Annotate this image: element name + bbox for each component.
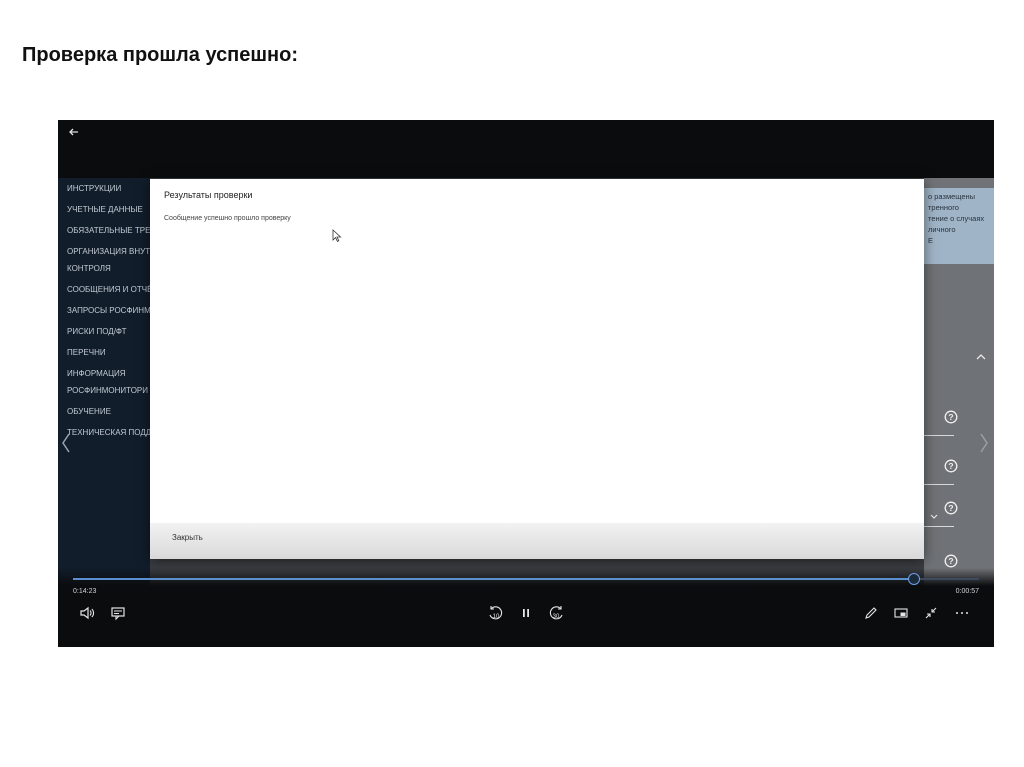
info-notice: о размещены тренного тение о случаях лич… bbox=[924, 188, 994, 264]
player-top-bar bbox=[58, 120, 994, 178]
volume-icon[interactable] bbox=[78, 604, 96, 622]
close-button[interactable]: Закрыть bbox=[172, 533, 203, 542]
slide-title: Проверка прошла успешно: bbox=[22, 44, 299, 66]
video-player: ИНСТРУКЦИИ УЧЕТНЫЕ ДАННЫЕ ОБЯЗАТЕЛЬНЫЕ Т… bbox=[58, 120, 994, 647]
sidebar-item-credentials[interactable]: УЧЕТНЫЕ ДАННЫЕ bbox=[58, 201, 150, 218]
sidebar-item-internal-control-cont[interactable]: КОНТРОЛЯ bbox=[58, 260, 150, 277]
sidebar-item-information[interactable]: ИНФОРМАЦИЯ bbox=[58, 365, 150, 382]
dialog-message: Сообщение успешно прошло проверку bbox=[164, 215, 291, 222]
progress-fill bbox=[73, 578, 914, 580]
sidebar-item-messages-reports[interactable]: СООБЩЕНИЯ И ОТЧЁ bbox=[58, 281, 150, 298]
mini-view-icon[interactable] bbox=[892, 604, 910, 622]
field-underline bbox=[924, 484, 954, 485]
more-options-icon[interactable] bbox=[953, 604, 971, 622]
help-icon[interactable]: ? bbox=[944, 501, 958, 515]
sidebar-item-internal-control[interactable]: ОРГАНИЗАЦИЯ ВНУТР bbox=[58, 243, 150, 260]
time-elapsed: 0:14:23 bbox=[73, 588, 97, 595]
dialog-title: Результаты проверки bbox=[164, 190, 253, 200]
svg-text:10: 10 bbox=[493, 614, 500, 620]
info-line: тение о случаях bbox=[928, 214, 985, 223]
sidebar-item-requirements[interactable]: ОБЯЗАТЕЛЬНЫЕ ТРЕБ bbox=[58, 222, 150, 239]
info-line: E bbox=[928, 236, 934, 245]
info-line: личного bbox=[928, 225, 956, 234]
exit-fullscreen-icon[interactable] bbox=[922, 604, 940, 622]
results-dialog: Результаты проверки Сообщение успешно пр… bbox=[150, 179, 924, 559]
sidebar-item-information-cont[interactable]: РОСФИНМОНИТОРИ bbox=[58, 382, 150, 399]
chevron-left-icon[interactable] bbox=[60, 432, 72, 454]
info-line: о размещены bbox=[928, 192, 976, 201]
pause-icon[interactable] bbox=[517, 604, 535, 622]
svg-text:?: ? bbox=[948, 503, 953, 513]
svg-text:?: ? bbox=[948, 412, 953, 422]
time-remaining: 0:00:57 bbox=[955, 588, 979, 595]
form-field[interactable]: ? bbox=[924, 453, 994, 489]
back-arrow-icon[interactable] bbox=[66, 124, 82, 140]
progress-bar[interactable] bbox=[73, 573, 979, 585]
help-icon[interactable]: ? bbox=[944, 554, 958, 568]
subtitles-icon[interactable] bbox=[109, 604, 127, 622]
skip-forward-30-icon[interactable]: 30 bbox=[548, 604, 566, 622]
svg-text:?: ? bbox=[948, 556, 953, 566]
dropdown-caret-icon[interactable] bbox=[930, 507, 938, 519]
sidebar-item-risks[interactable]: РИСКИ ПОД/ФТ bbox=[58, 323, 150, 340]
mouse-cursor-icon bbox=[332, 229, 342, 242]
svg-text:30: 30 bbox=[553, 614, 560, 620]
sidebar-item-lists[interactable]: ПЕРЕЧНИ bbox=[58, 344, 150, 361]
dialog-footer: Закрыть bbox=[150, 523, 924, 559]
progress-handle[interactable] bbox=[907, 573, 920, 585]
app-window: ИНСТРУКЦИИ УЧЕТНЫЕ ДАННЫЕ ОБЯЗАТЕЛЬНЫЕ Т… bbox=[58, 178, 994, 588]
chevron-up-icon[interactable] bbox=[976, 348, 986, 360]
help-icon[interactable]: ? bbox=[944, 459, 958, 473]
sidebar-menu: ИНСТРУКЦИИ УЧЕТНЫЕ ДАННЫЕ ОБЯЗАТЕЛЬНЫЕ Т… bbox=[58, 178, 150, 588]
skip-back-10-icon[interactable]: 10 bbox=[486, 604, 504, 622]
form-select[interactable]: ? bbox=[924, 495, 994, 531]
pen-icon[interactable] bbox=[862, 604, 880, 622]
sidebar-item-requests[interactable]: ЗАПРОСЫ РОСФИНМ bbox=[58, 302, 150, 319]
help-icon[interactable]: ? bbox=[944, 410, 958, 424]
player-controls: 0:14:23 0:00:57 10 30 bbox=[58, 568, 994, 647]
field-underline bbox=[924, 435, 954, 436]
sidebar-item-instructions[interactable]: ИНСТРУКЦИИ bbox=[58, 180, 150, 197]
chevron-right-icon[interactable] bbox=[978, 432, 990, 454]
svg-text:?: ? bbox=[948, 461, 953, 471]
info-line: тренного bbox=[928, 203, 959, 212]
sidebar-item-training[interactable]: ОБУЧЕНИЕ bbox=[58, 403, 150, 420]
form-panel: о размещены тренного тение о случаях лич… bbox=[924, 178, 994, 588]
section-header[interactable] bbox=[924, 338, 994, 374]
field-underline bbox=[924, 526, 954, 527]
